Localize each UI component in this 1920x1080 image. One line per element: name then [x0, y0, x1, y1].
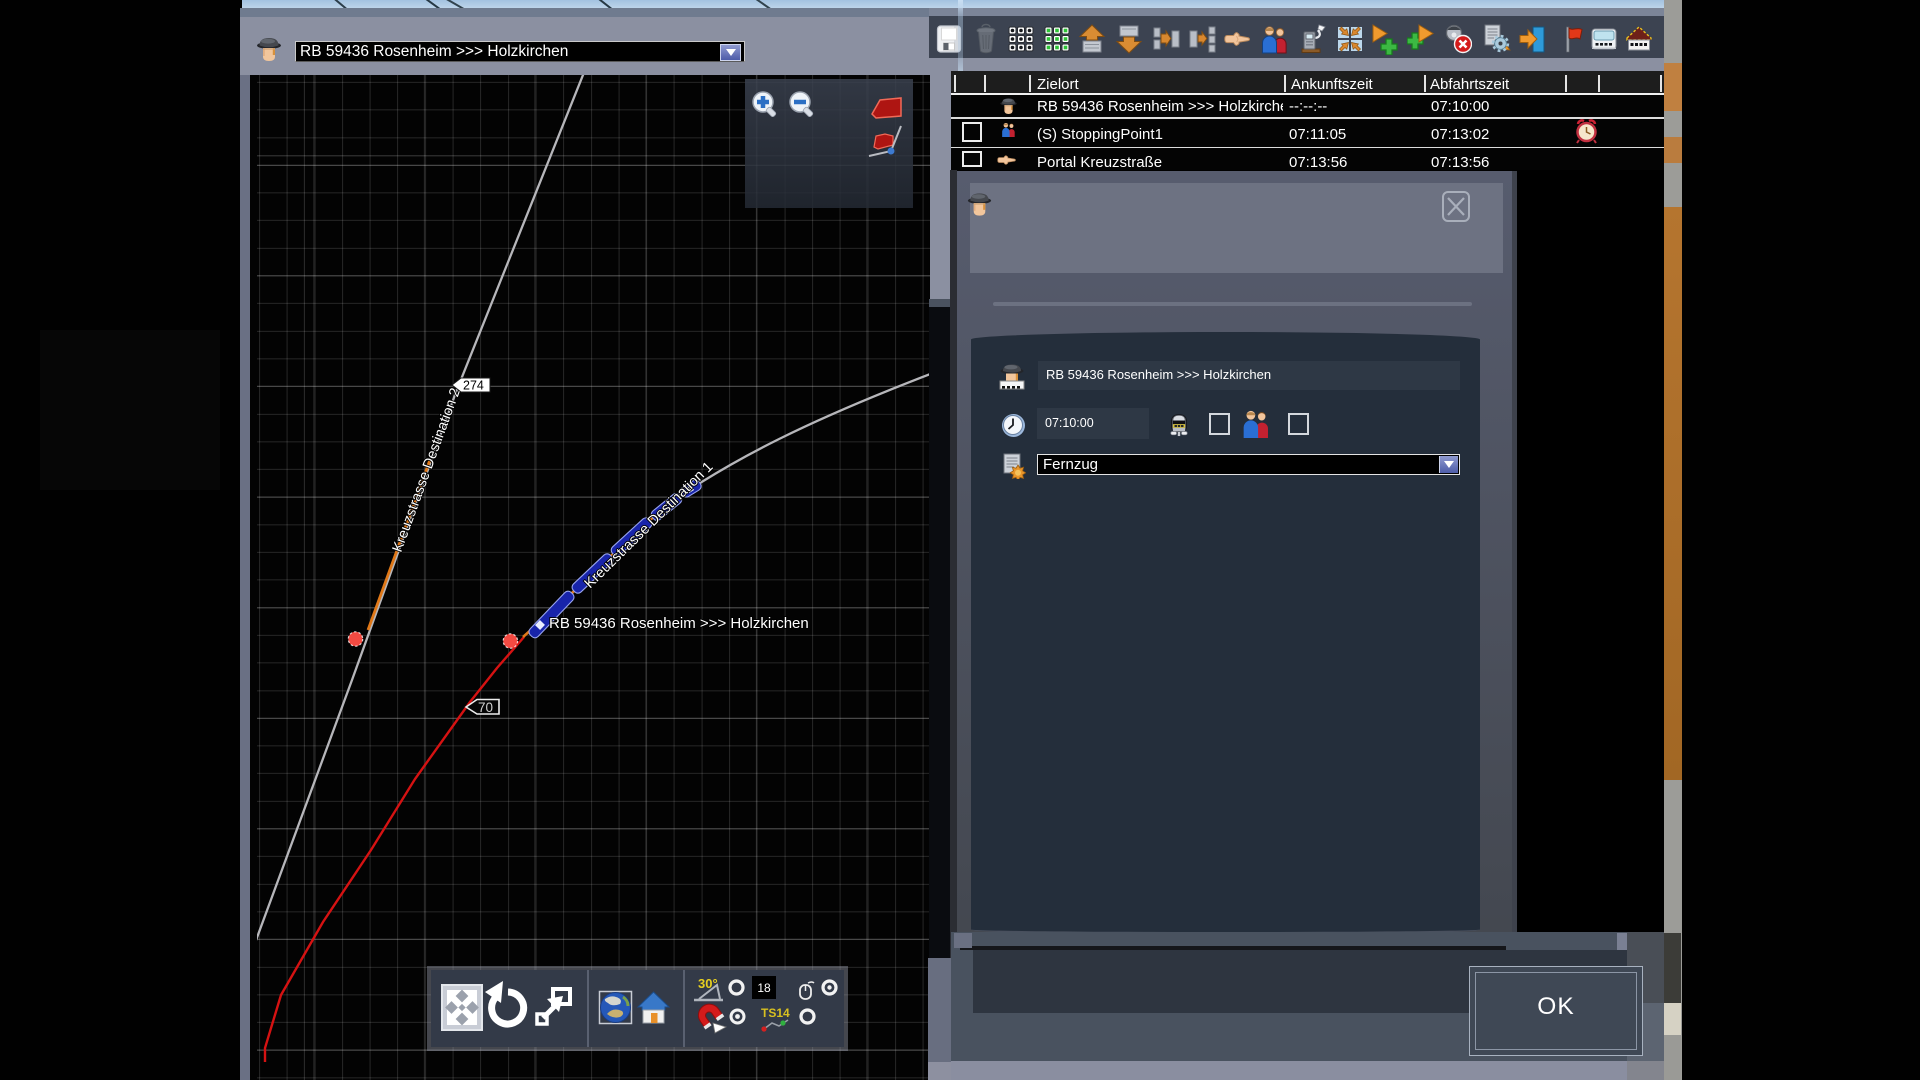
svg-text:70: 70 — [478, 700, 493, 715]
svg-text:Kreuzstrasse Destination 1: Kreuzstrasse Destination 1 — [582, 459, 717, 592]
svg-text:RB 59436 Rosenheim >>> Holzkir: RB 59436 Rosenheim >>> Holzkirchen — [549, 615, 809, 632]
svg-text:TS14: TS14 — [761, 1006, 790, 1020]
svg-text:30°: 30° — [698, 976, 718, 991]
svg-text:18: 18 — [757, 981, 771, 995]
svg-text:274: 274 — [463, 379, 484, 393]
svg-text:Kreuzstrasse Destination 2: Kreuzstrasse Destination 2 — [390, 386, 464, 554]
